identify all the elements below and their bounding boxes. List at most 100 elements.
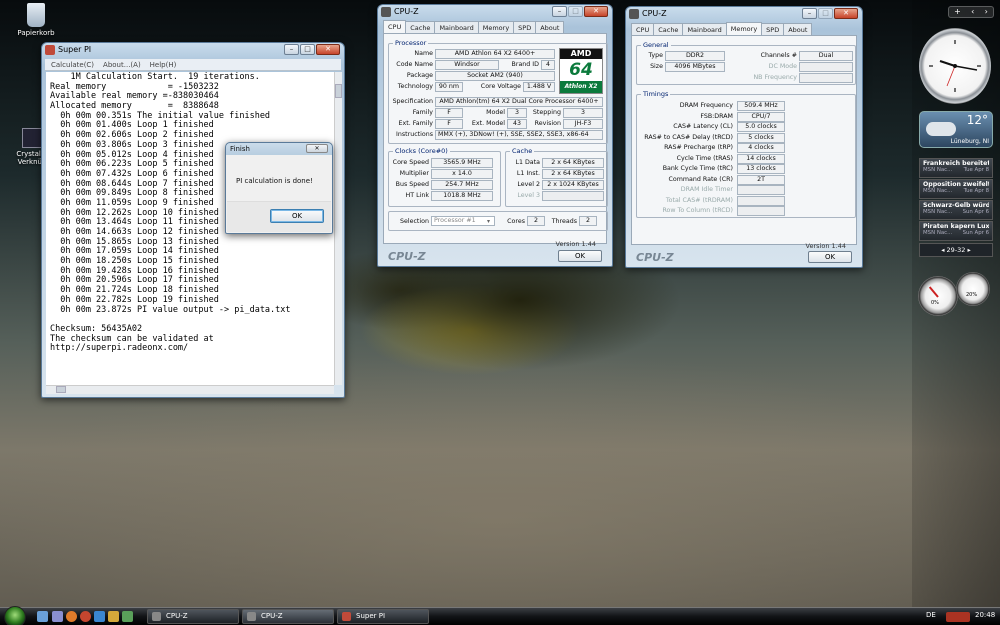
bus-speed-label: Bus Speed (395, 181, 429, 188)
cpuz-memory-window[interactable]: CPU-Z – □ ✕ CPU Cache Mainboard Memory S… (625, 6, 863, 268)
horizontal-scrollbar[interactable] (46, 385, 334, 394)
tab-cache[interactable]: Cache (653, 23, 684, 35)
news-item[interactable]: Piraten kapern Luxus...MSN Nac... Sun Apr… (919, 221, 993, 241)
level3-label: Level 3 (517, 192, 540, 199)
weather-temperature: 12° (966, 113, 988, 127)
multiplier-value: x 14.0 (431, 169, 493, 179)
folder-icon[interactable] (108, 611, 119, 622)
close-button[interactable]: ✕ (584, 6, 608, 17)
tab-memory[interactable]: Memory (725, 22, 763, 35)
minimize-button[interactable]: – (552, 6, 567, 17)
news-item[interactable]: Schwarz-Gelb würde...MSN Nac... Sun Apr 6 (919, 200, 993, 220)
cpuz-cpu-window[interactable]: CPU-Z – □ ✕ CPU Cache Mainboard Memory S… (377, 4, 613, 267)
superpi-app-icon (45, 45, 55, 55)
superpi-taskbar-icon (342, 612, 351, 621)
amd-athlon-logo: AMD 64 Athlon X2 (559, 48, 603, 94)
taskbar-button-cpuz-2[interactable]: CPU-Z (242, 609, 334, 624)
show-desktop-icon[interactable] (37, 611, 48, 622)
l1-inst-value: 2 x 64 KBytes (542, 169, 604, 179)
timing-label: Cycle Time (tRAS) (676, 154, 733, 162)
tab-about[interactable]: About (535, 21, 565, 33)
cpuz-app-icon (381, 7, 391, 17)
switch-windows-icon[interactable] (52, 611, 63, 622)
tab-spd[interactable]: SPD (761, 23, 785, 35)
close-button[interactable]: ✕ (834, 8, 858, 19)
chevron-down-icon[interactable]: ▾ (487, 218, 490, 225)
chevron-left-icon[interactable]: ‹ (971, 7, 974, 17)
finish-close-button[interactable]: ✕ (306, 144, 328, 153)
clock-gadget[interactable] (919, 28, 991, 104)
chevron-right-icon[interactable]: › (985, 7, 988, 17)
revision-label: Revision (534, 120, 561, 127)
tray-icons[interactable] (946, 612, 970, 622)
tab-cache[interactable]: Cache (405, 21, 436, 33)
explorer-icon[interactable] (94, 611, 105, 622)
memory-panel: General Type DDR2 Size 4096 MBytes Chann… (631, 35, 857, 250)
minimize-button[interactable]: – (802, 8, 817, 19)
timing-label: Bank Cycle Time (tRC) (662, 165, 733, 172)
weather-gadget[interactable]: 12° Lüneburg, NI (919, 111, 993, 148)
sidebar-controls[interactable]: + ‹ › (948, 6, 994, 18)
quicklaunch-app-icon[interactable] (122, 611, 133, 622)
output-line: 0h 00m 23.872s PI value output -> pi_dat… (50, 304, 291, 315)
specification-value: AMD Athlon(tm) 64 X2 Dual Core Processor… (435, 97, 603, 107)
finish-dialog[interactable]: Finish ✕ PI calculation is done! OK (225, 142, 333, 234)
bus-speed-value: 254.7 MHz (431, 180, 493, 190)
cpuz-ok-button[interactable]: OK (808, 251, 852, 263)
opera-icon[interactable] (80, 611, 91, 622)
ht-link-value: 1018.8 MHz (431, 191, 493, 201)
clock-time[interactable]: 20:48 (975, 611, 995, 619)
memory-meter-gadget[interactable]: 20% (956, 272, 990, 306)
taskbar-button-superpi[interactable]: Super PI (337, 609, 429, 624)
news-source: MSN Nac... (923, 209, 953, 215)
start-button[interactable] (4, 606, 26, 625)
ext-model-value: 43 (507, 119, 527, 129)
minimize-button[interactable]: – (284, 44, 299, 55)
menu-calculate[interactable]: Calculate(C) (51, 59, 94, 70)
news-date: Tue Apr 8 (963, 167, 989, 173)
menu-help[interactable]: Help(H) (150, 59, 177, 70)
news-title: Piraten kapern Luxus... (923, 223, 989, 230)
superpi-title: Super PI (58, 45, 92, 54)
pager-next-icon[interactable]: ▸ (965, 246, 971, 254)
cloud-icon (926, 122, 956, 136)
taskbar-button-cpuz-1[interactable]: CPU-Z (147, 609, 239, 624)
l1-data-label: L1 Data (515, 159, 540, 166)
tab-memory[interactable]: Memory (477, 21, 515, 33)
cpuz-ok-button[interactable]: OK (558, 250, 602, 262)
threads-value: 2 (579, 216, 597, 226)
superpi-titlebar[interactable]: Super PI – □ ✕ (42, 43, 344, 57)
tab-spd[interactable]: SPD (513, 21, 537, 33)
news-item[interactable]: Opposition zweifelt ...MSN Nac... Tue Apr… (919, 179, 993, 199)
tab-cpu[interactable]: CPU (631, 23, 655, 35)
close-button[interactable]: ✕ (316, 44, 340, 55)
stepping-label: Stepping (532, 109, 561, 116)
selection-label: Selection (399, 218, 429, 225)
firefox-icon[interactable] (66, 611, 77, 622)
timing-value: 2T (737, 174, 785, 185)
package-value: Socket AM2 (940) (435, 71, 555, 81)
tab-mainboard[interactable]: Mainboard (434, 21, 479, 33)
cpu-meter-gadget[interactable]: 0% (918, 276, 958, 316)
news-pager[interactable]: ◂ 29-32 ▸ (919, 243, 993, 257)
size-label: Size (650, 63, 663, 70)
vertical-scrollbar[interactable] (334, 72, 342, 385)
cpuz-taskbar-icon (247, 612, 256, 621)
finish-ok-button[interactable]: OK (270, 209, 324, 223)
taskbar: CPU-Z CPU-Z Super PI DE 20:48 (0, 606, 1000, 625)
cpuz-cpu-titlebar[interactable]: CPU-Z – □ ✕ (378, 5, 612, 19)
tab-cpu[interactable]: CPU (383, 20, 407, 33)
processor-select[interactable]: Processor #1 (431, 216, 495, 226)
news-item[interactable]: Frankreich bereitet B...MSN Nac... Tue Ap… (919, 158, 993, 178)
maximize-button[interactable]: □ (300, 44, 315, 55)
finish-titlebar[interactable]: Finish ✕ (226, 143, 332, 155)
recycle-bin-icon[interactable]: Papierkorb (8, 3, 64, 37)
language-indicator[interactable]: DE (926, 611, 936, 619)
tab-about[interactable]: About (783, 23, 813, 35)
add-gadget-icon[interactable]: + (954, 7, 961, 17)
superpi-menubar: Calculate(C) About...(A) Help(H) (45, 59, 341, 71)
menu-about[interactable]: About...(A) (103, 59, 141, 70)
tab-mainboard[interactable]: Mainboard (682, 23, 727, 35)
dc-mode-label: DC Mode (768, 63, 797, 70)
cpuz-memory-titlebar[interactable]: CPU-Z – □ ✕ (626, 7, 862, 21)
